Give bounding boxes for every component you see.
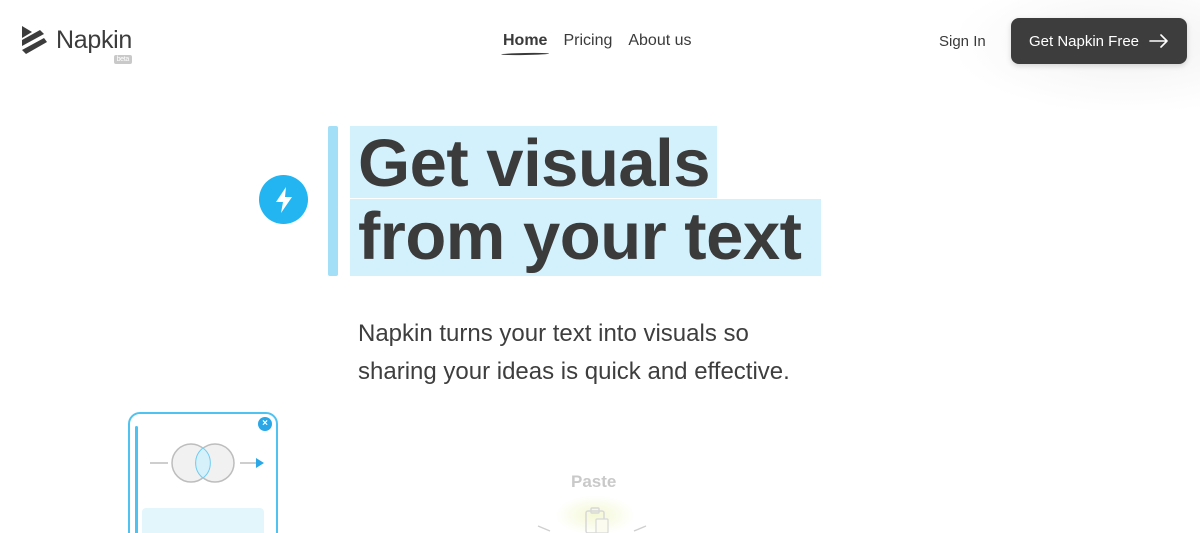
cta-label: Get Napkin Free bbox=[1028, 32, 1140, 50]
card-accent-bar bbox=[135, 426, 138, 533]
sign-in-link[interactable]: Sign In bbox=[939, 33, 986, 50]
venn-diagram-icon bbox=[150, 443, 264, 483]
headline-line-2: from your text bbox=[358, 199, 802, 274]
beta-badge: beta bbox=[113, 55, 133, 64]
nav-pricing[interactable]: Pricing bbox=[563, 32, 612, 50]
main-nav: Home Pricing About us bbox=[503, 32, 692, 50]
hero-headline: Get visuals from your text bbox=[358, 126, 802, 274]
lightning-bolt-icon bbox=[259, 175, 308, 224]
card-content-block bbox=[142, 508, 264, 533]
site-header: Napkin beta Home Pricing About us Sign I… bbox=[0, 0, 1200, 110]
napkin-logo-icon bbox=[22, 26, 47, 54]
get-napkin-free-button[interactable]: Get Napkin Free bbox=[1011, 18, 1187, 64]
paste-connector-lines bbox=[537, 525, 647, 532]
close-icon[interactable]: × bbox=[258, 417, 272, 431]
arrow-right-icon bbox=[1149, 34, 1168, 48]
paste-label: Paste bbox=[571, 472, 617, 491]
logo-wordmark: Napkin bbox=[56, 26, 133, 54]
nav-home[interactable]: Home bbox=[503, 32, 547, 50]
nav-about-us[interactable]: About us bbox=[628, 32, 691, 50]
headline-line-1: Get visuals bbox=[358, 126, 711, 201]
headline-accent-bar bbox=[328, 126, 338, 276]
hero-subtitle: Napkin turns your text into visuals so s… bbox=[358, 320, 790, 385]
napkin-logo[interactable]: Napkin beta bbox=[20, 24, 133, 64]
